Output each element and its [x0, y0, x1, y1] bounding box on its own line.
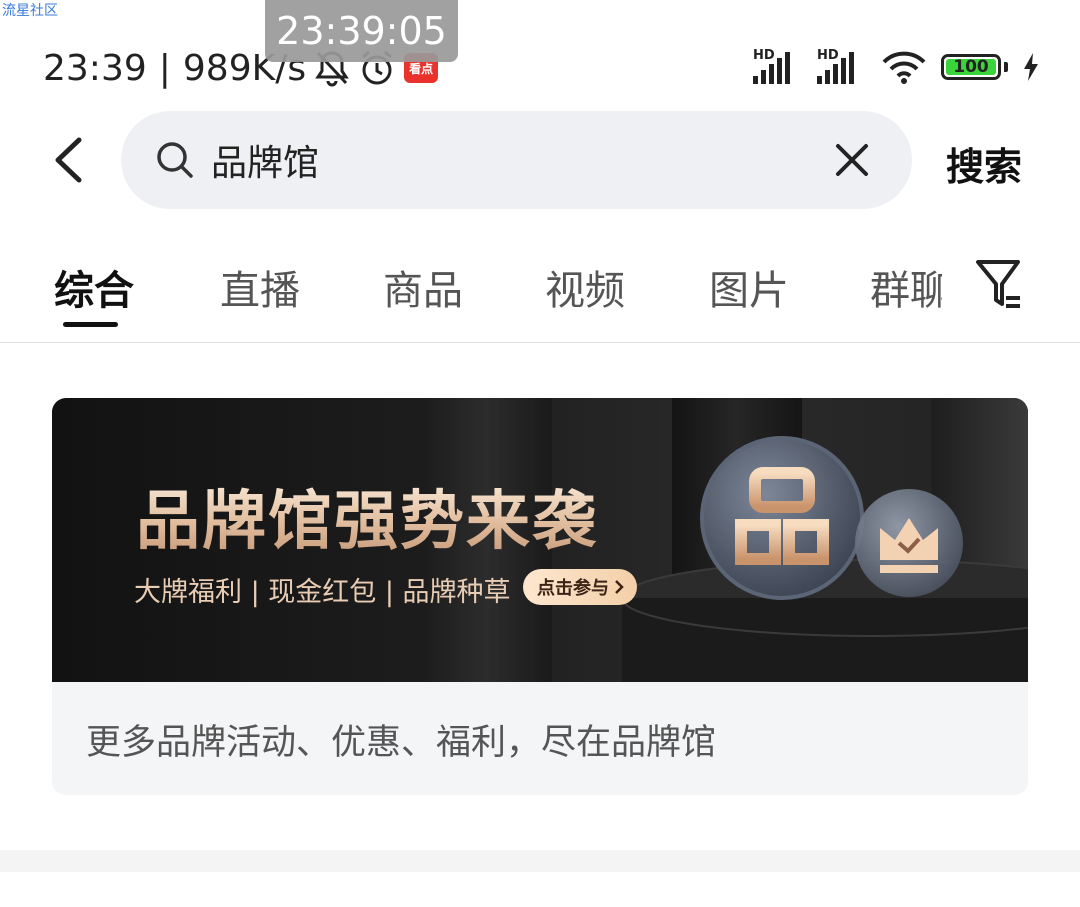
search-icon	[157, 142, 193, 178]
back-arrow-icon	[55, 137, 82, 183]
back-button[interactable]	[44, 130, 92, 190]
clear-button[interactable]	[822, 130, 882, 190]
tab-products[interactable]: 商品	[383, 258, 463, 316]
watermark: 流星社区	[2, 3, 58, 19]
join-now-label: 点击参与	[537, 578, 609, 599]
clock-overlay: 23:39:05	[265, 0, 458, 62]
wifi-icon	[881, 50, 927, 84]
tab-group-chat[interactable]: 群聊	[870, 258, 942, 316]
battery-icon: 100	[941, 54, 1008, 80]
tab-group-chat-clip: 群聊	[870, 250, 942, 320]
brand-hall-banner[interactable]: 品牌馆强势来袭 大牌福利 | 现金红包 | 品牌种草 点击参与	[52, 398, 1028, 682]
category-tabs: 综合 直播 商品 视频 图片 群聊	[0, 250, 1080, 343]
status-bar-right: HD HD 100	[753, 48, 1040, 84]
chevron-right-icon	[615, 580, 624, 594]
signal-icon: HD	[753, 48, 803, 84]
brand-hall-card[interactable]: 品牌馆强势来袭 大牌福利 | 现金红包 | 品牌种草 点击参与 更多品牌活动、优…	[52, 398, 1028, 795]
search-submit-button[interactable]: 搜索	[946, 136, 1022, 191]
tab-images[interactable]: 图片	[709, 258, 789, 316]
clear-icon	[836, 144, 868, 176]
status-separator: |	[158, 47, 171, 89]
search-input[interactable]: 品牌馆	[211, 134, 822, 186]
section-divider	[0, 850, 1080, 872]
crown-badge-icon	[855, 489, 963, 597]
tab-live[interactable]: 直播	[220, 258, 300, 316]
active-tab-indicator	[63, 322, 118, 327]
charging-icon	[1022, 52, 1040, 82]
filter-button[interactable]	[972, 254, 1028, 314]
signal-icon: HD	[817, 48, 867, 84]
tab-videos[interactable]: 视频	[545, 258, 625, 316]
filter-icon	[976, 260, 1020, 308]
join-now-button[interactable]: 点击参与	[523, 569, 637, 605]
banner-title: 品牌馆强势来袭	[136, 470, 598, 562]
banner-subtitle: 大牌福利 | 现金红包 | 品牌种草	[134, 577, 511, 608]
banner-caption: 更多品牌活动、优惠、福利，尽在品牌馆	[86, 723, 717, 763]
brand-badge-icon	[700, 436, 864, 600]
search-bar[interactable]: 品牌馆	[121, 111, 912, 209]
tab-comprehensive[interactable]: 综合	[54, 258, 134, 316]
status-time: 23:39	[43, 47, 147, 89]
battery-level: 100	[946, 57, 996, 77]
